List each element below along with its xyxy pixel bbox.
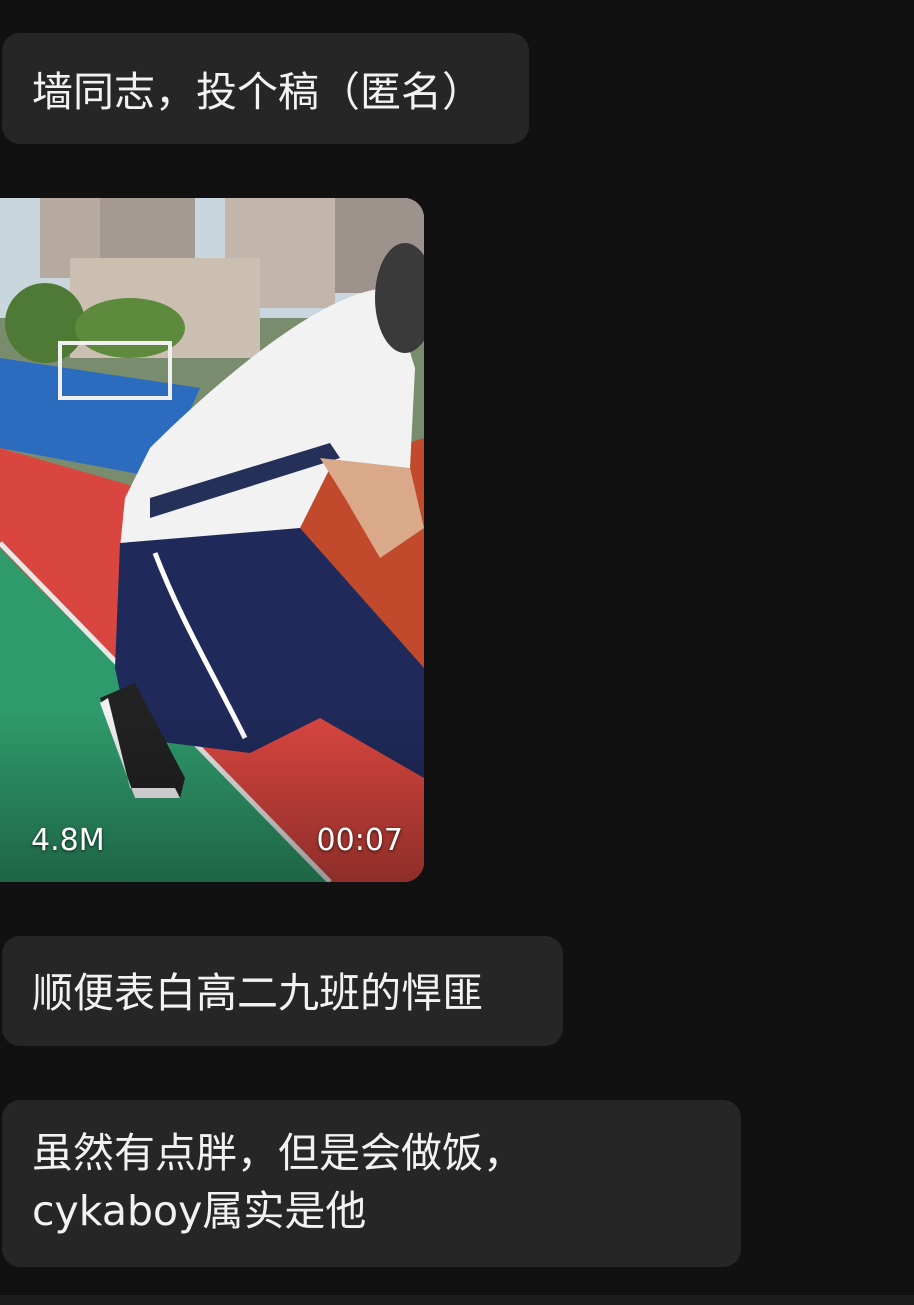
message-bubble[interactable]: 顺便表白高二九班的悍匪	[2, 936, 563, 1046]
video-duration: 00:07	[316, 823, 403, 858]
video-file-size: 4.8M	[31, 823, 105, 858]
video-thumbnail	[0, 198, 424, 882]
message-bubble[interactable]: 虽然有点胖，但是会做饭， cykaboy属实是他	[2, 1100, 741, 1267]
message-bubble[interactable]: 墙同志，投个稿（匿名）	[2, 33, 529, 144]
video-message[interactable]: 4.8M 00:07	[0, 198, 424, 882]
bottom-edge	[0, 1295, 914, 1305]
chat-screen: 墙同志，投个稿（匿名） 4.8M 00:07 顺便表白高二九班的悍匪 虽然有点胖…	[0, 0, 914, 1305]
